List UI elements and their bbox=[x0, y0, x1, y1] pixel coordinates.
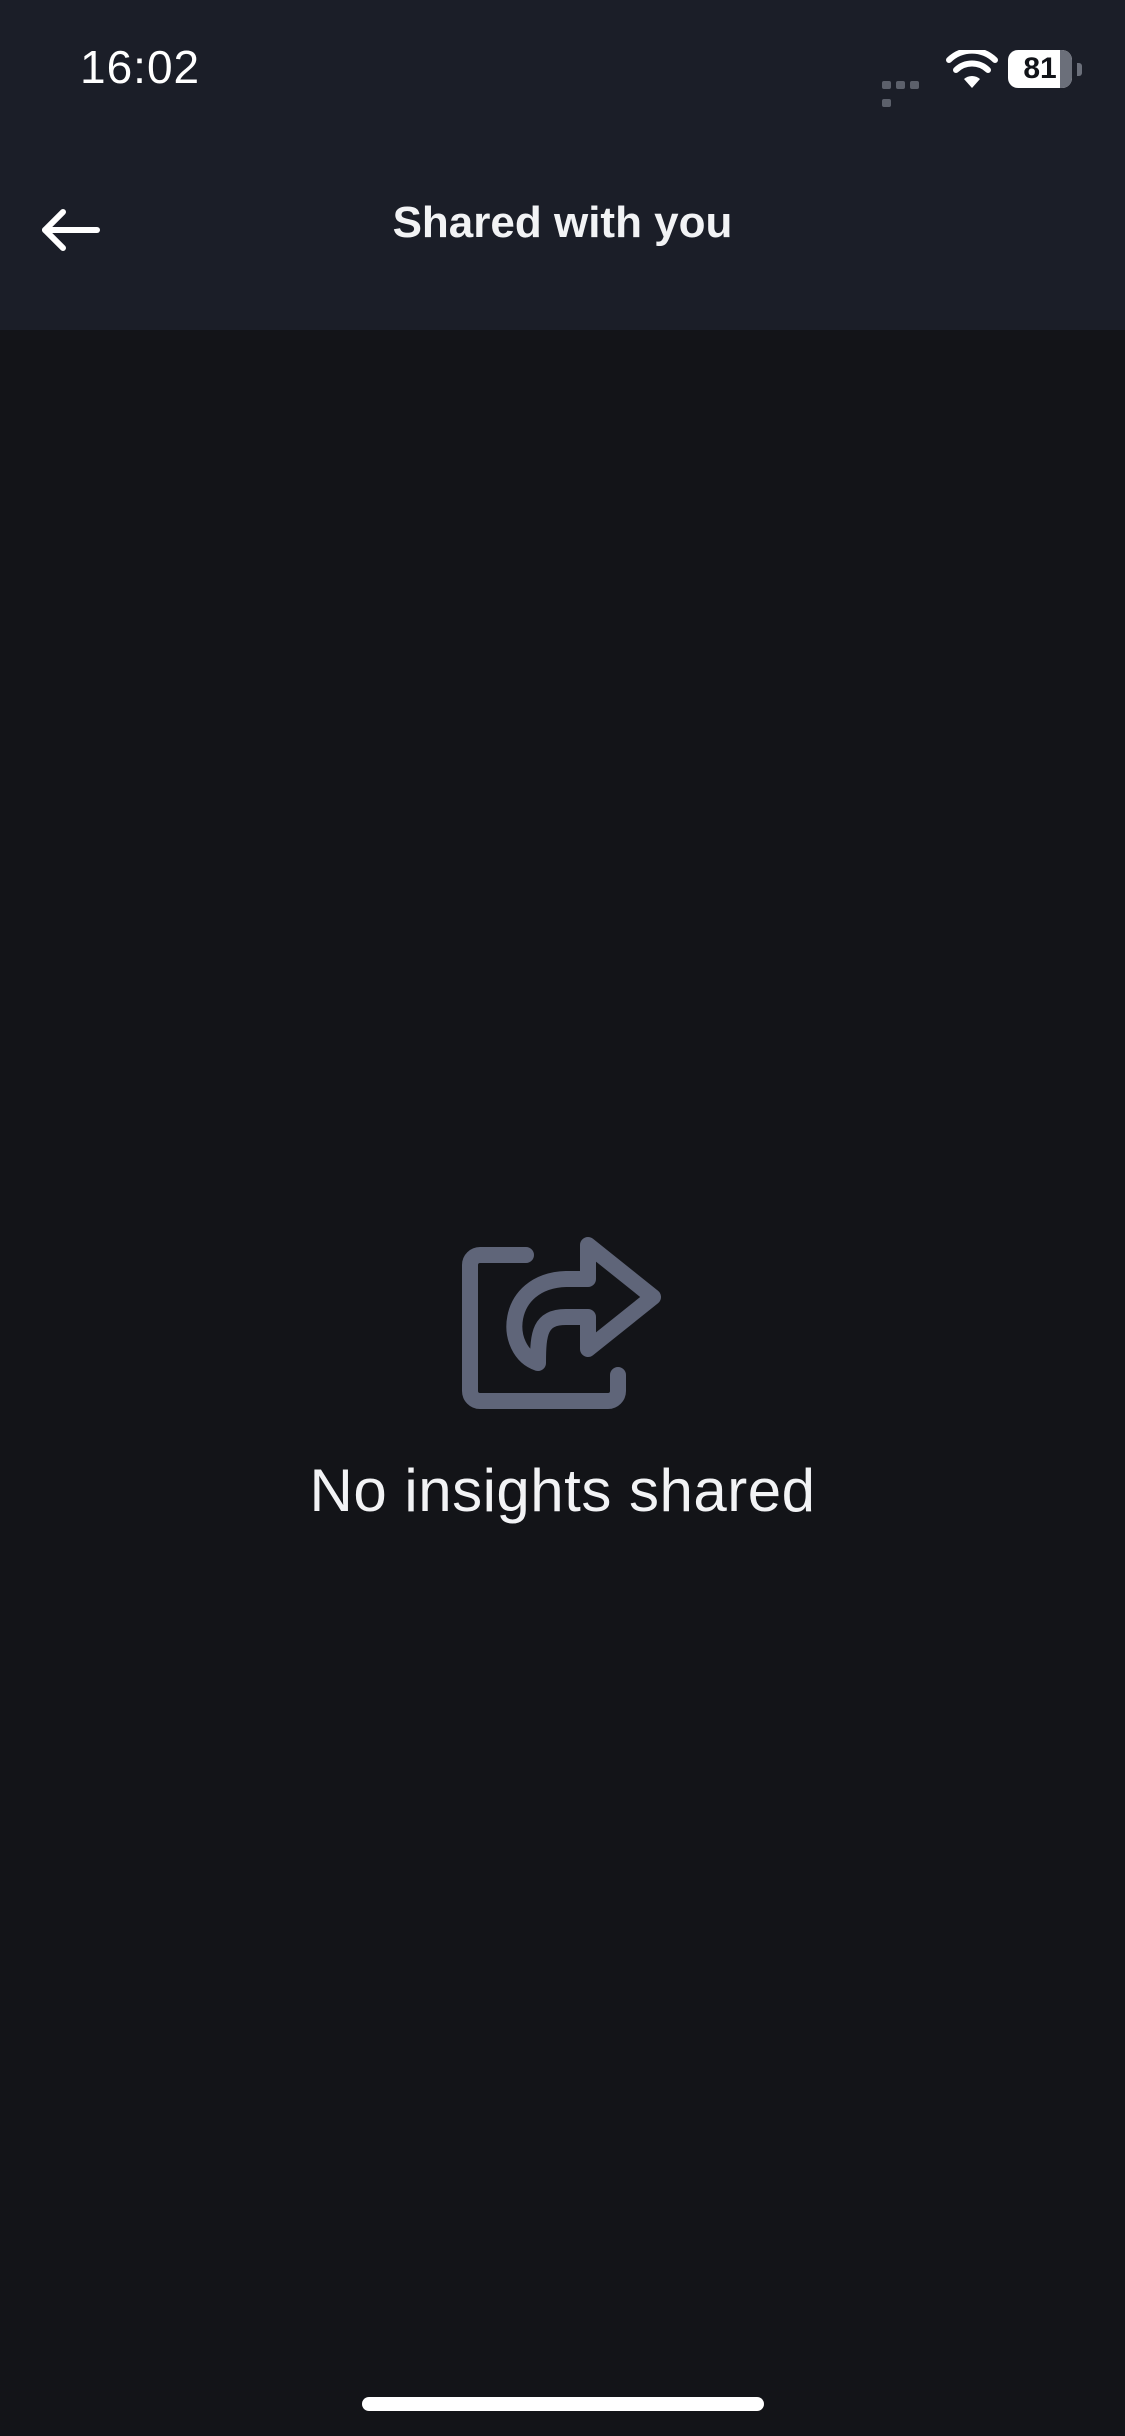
screen: 16:02 81 Shared with you No insights sha… bbox=[0, 0, 1125, 2436]
cellular-signal-icon bbox=[882, 76, 936, 107]
share-icon bbox=[461, 1237, 661, 1409]
top-bar: 16:02 81 Shared with you bbox=[0, 0, 1125, 330]
status-time: 16:02 bbox=[80, 41, 201, 93]
empty-state: No insights shared bbox=[0, 1225, 1125, 1525]
empty-state-message: No insights shared bbox=[309, 1457, 816, 1524]
wifi-icon bbox=[946, 50, 998, 88]
battery-level: 81 bbox=[1023, 52, 1057, 85]
page-title: Shared with you bbox=[392, 198, 733, 247]
home-indicator bbox=[362, 2397, 764, 2411]
battery-icon: 81 bbox=[1008, 50, 1082, 88]
